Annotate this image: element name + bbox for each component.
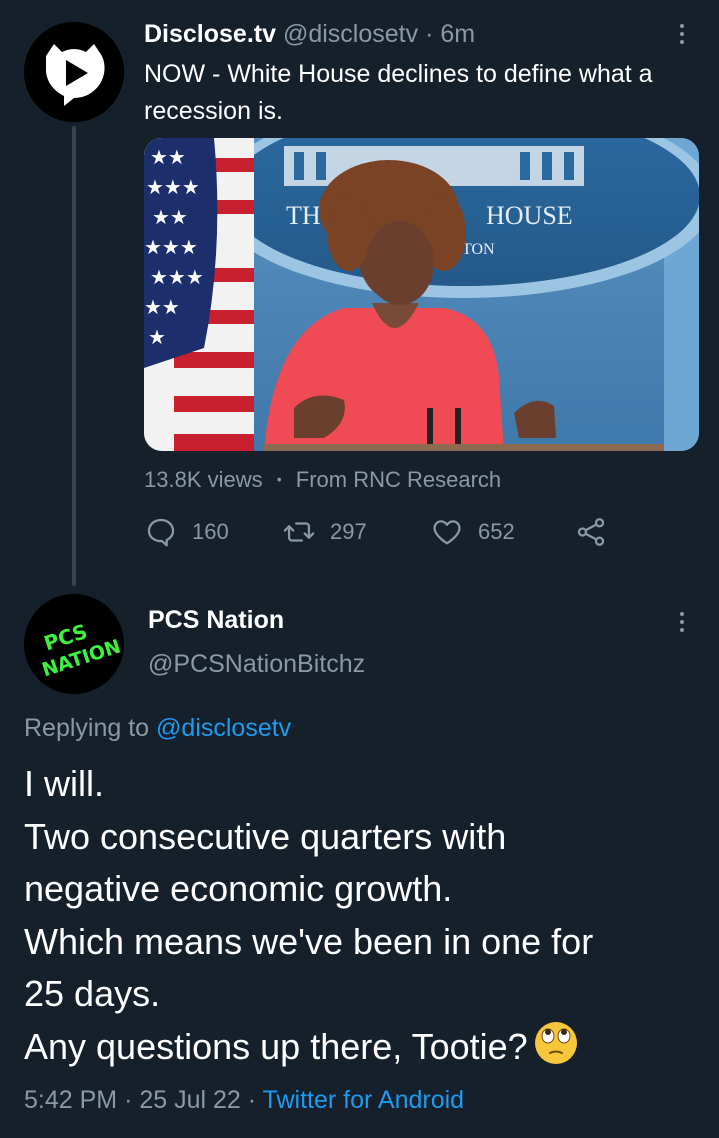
disclosetv-logo-icon [24, 22, 124, 122]
tweet2-date[interactable]: 25 Jul 22 [139, 1086, 240, 1114]
svg-text:★★★: ★★★ [144, 235, 198, 259]
footer-separator: · [124, 1086, 133, 1114]
heart-icon [433, 520, 461, 545]
svg-text:★★★: ★★★ [150, 265, 204, 289]
replying-to-link[interactable]: @disclosetv [156, 714, 291, 742]
tweet1-text: NOW - White House declines to define wha… [144, 60, 653, 125]
tweet1-timestamp[interactable]: 6m [440, 20, 475, 48]
svg-text:★★★: ★★★ [146, 175, 200, 199]
eye-roll-emoji-icon [534, 1021, 578, 1080]
tweet2-line: I will. [24, 763, 104, 804]
backdrop-text-sub: TON [462, 241, 495, 258]
tweet2-line: 25 days. [24, 973, 161, 1014]
reply-count: 160 [192, 519, 229, 544]
like-button[interactable]: 652 [430, 510, 515, 554]
pcs-nation-logo-icon: PCS NATION [24, 594, 124, 694]
tweet1-separator: · [425, 20, 434, 48]
tweet1-view-count: 13.8K views [144, 467, 263, 492]
retweet-button[interactable]: 297 [282, 510, 367, 554]
tweet2-last-line: Any questions up there, Tootie? [24, 1021, 714, 1080]
tweet1-meta-separator: • [276, 471, 282, 487]
thread-connector-line [72, 126, 76, 586]
tweet2-footer: 5:42 PM · 25 Jul 22 · Twitter for Androi… [24, 1086, 464, 1115]
tweet2-time[interactable]: 5:42 PM [24, 1086, 117, 1114]
tweet2-line: Any questions up there, Tootie? [24, 1025, 528, 1067]
replying-prefix: Replying to [24, 714, 150, 742]
retweet-count: 297 [330, 519, 367, 544]
tweet-thread: Disclose.tv @disclosetv · 6m NOW - White… [0, 0, 719, 1138]
tweet1-video-media[interactable]: TH HOUSE TON ★★ ★★★ ★★ ★★★ ★★★ ★★ ★ [144, 138, 699, 451]
tweet2-handle[interactable]: @PCSNationBitchz [148, 650, 365, 679]
tweet1-display-name[interactable]: Disclose.tv [144, 20, 276, 48]
like-count: 652 [478, 519, 515, 544]
tweet1-more-options-icon[interactable] [672, 19, 692, 49]
replying-to-line: Replying to @disclosetv [24, 714, 291, 743]
avatar-disclosetv[interactable] [24, 22, 124, 122]
tweet2-line: Which means we've been in one for [24, 920, 594, 962]
tweet2-line: negative economic growth. [24, 868, 453, 909]
share-icon [577, 518, 605, 546]
american-flag: ★★★★★ ★★★★★ ★★★★★ ★ [144, 138, 254, 451]
svg-text:★★: ★★ [152, 205, 188, 229]
svg-text:★★: ★★ [144, 295, 180, 319]
retweet-icon [283, 522, 315, 542]
tweet2-display-name[interactable]: PCS Nation [148, 606, 284, 635]
tweet1-header: Disclose.tv @disclosetv · 6m [144, 18, 475, 50]
tweet2-more-options-icon[interactable] [672, 607, 692, 637]
tweet2-text: I will. Two consecutive quarters with ne… [24, 758, 714, 1079]
svg-text:★: ★ [148, 325, 166, 349]
tweet1-action-bar: 160 297 652 [144, 510, 624, 554]
tweet2-client-link[interactable]: Twitter for Android [263, 1086, 464, 1114]
press-briefing-video-thumbnail: TH HOUSE TON ★★★★★ ★★★★★ ★★★★★ ★ [144, 138, 699, 451]
reply-button[interactable]: 160 [144, 510, 229, 554]
svg-text:★★: ★★ [150, 145, 186, 169]
share-button[interactable] [574, 510, 608, 554]
tweet1-handle[interactable]: @disclosetv [283, 20, 418, 48]
backdrop-text-left: TH [286, 201, 321, 230]
reply-icon [147, 518, 175, 547]
backdrop-text-right: HOUSE [486, 201, 573, 230]
footer-separator: · [247, 1086, 257, 1114]
tweet1-media-source[interactable]: From RNC Research [296, 467, 501, 492]
avatar-pcs-nation[interactable]: PCS NATION [24, 594, 124, 694]
tweet2-line: Two consecutive quarters with [24, 815, 507, 857]
tweet1-media-meta: 13.8K views • From RNC Research [144, 467, 501, 493]
